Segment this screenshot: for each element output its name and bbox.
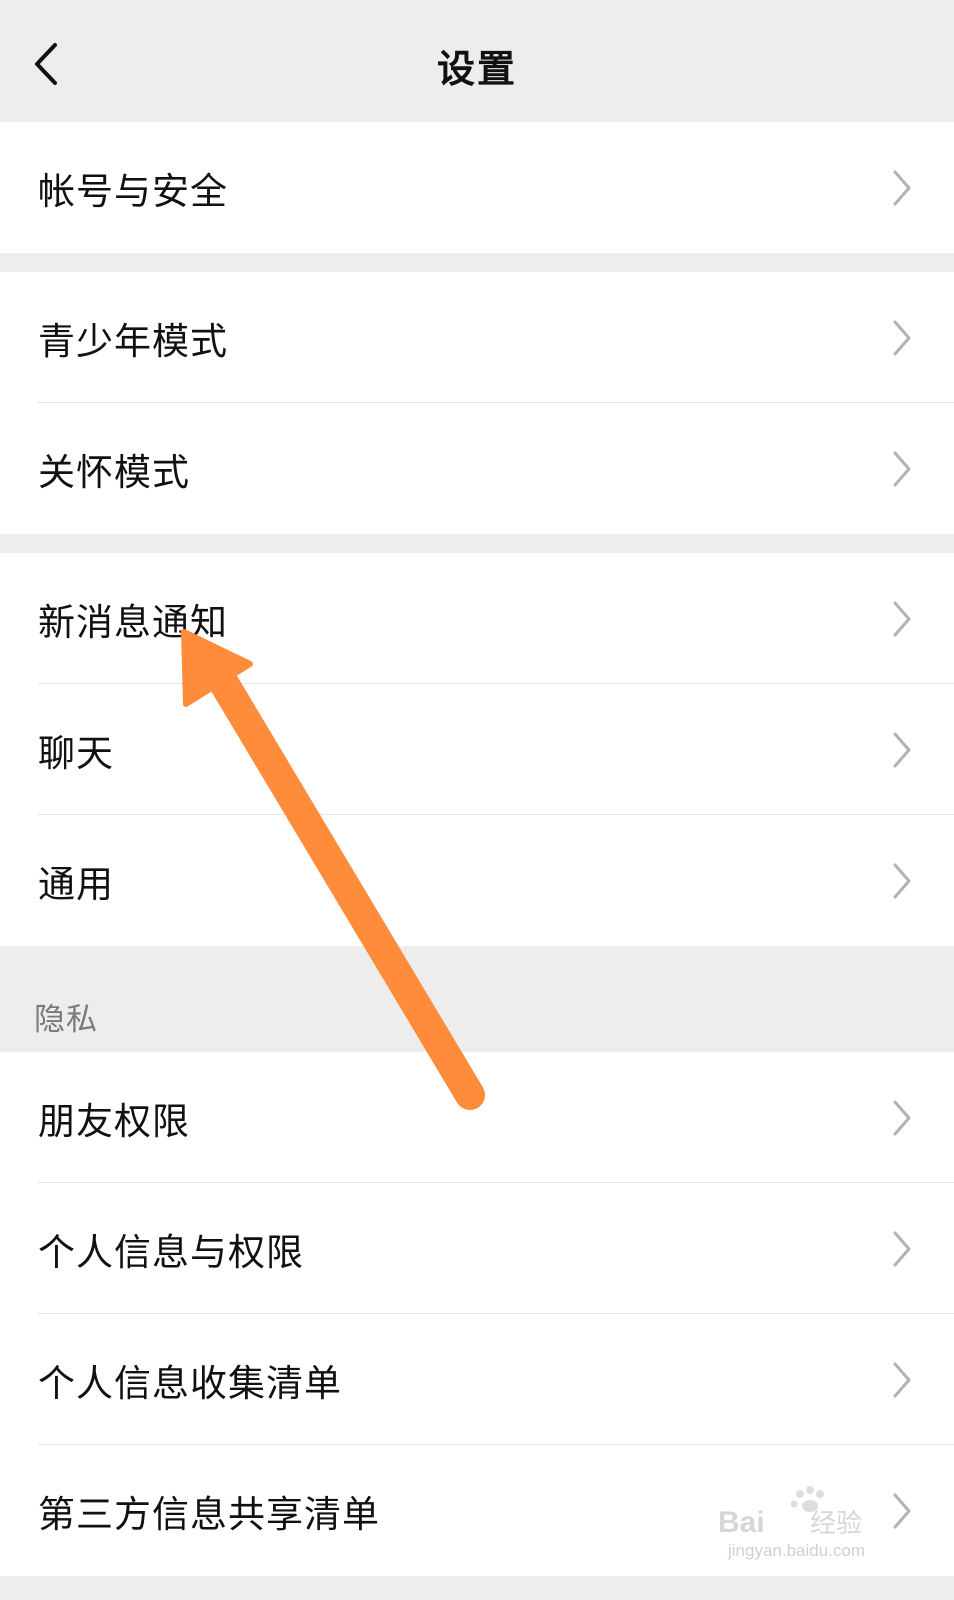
settings-item-general[interactable]: 通用: [0, 815, 954, 946]
chevron-right-icon: [893, 451, 911, 486]
chevron-right-icon: [893, 1231, 911, 1266]
settings-item-notifications[interactable]: 新消息通知: [0, 553, 954, 684]
settings-item-label: 新消息通知: [38, 600, 228, 644]
settings-item-account-security[interactable]: 帐号与安全: [0, 122, 954, 253]
settings-item-label: 青少年模式: [38, 319, 228, 363]
chevron-right-icon: [893, 601, 911, 636]
baidu-watermark: Bai 经验 jingyan.baidu.com: [714, 1484, 904, 1564]
settings-item-label: 帐号与安全: [38, 169, 228, 213]
settings-item-label: 关怀模式: [38, 450, 190, 494]
settings-item-personal-info-permissions[interactable]: 个人信息与权限: [0, 1183, 954, 1314]
chevron-right-icon: [893, 320, 911, 355]
chevron-right-icon: [893, 170, 911, 205]
page-title: 设置: [436, 46, 517, 91]
settings-item-label: 第三方信息共享清单: [38, 1492, 380, 1536]
baidu-paw-icon: Bai 经验 jingyan.baidu.com: [718, 1486, 865, 1560]
chevron-right-icon: [893, 1362, 911, 1397]
settings-group-general: 新消息通知 聊天 通用: [0, 553, 954, 946]
chevron-right-icon: [893, 732, 911, 767]
chevron-right-icon: [893, 1100, 911, 1135]
watermark-brand: Bai: [718, 1506, 765, 1539]
settings-item-label: 聊天: [38, 731, 114, 775]
section-label-privacy: 隐私: [34, 1002, 98, 1038]
settings-item-label: 朋友权限: [38, 1099, 190, 1143]
settings-group-modes: 青少年模式 关怀模式: [0, 272, 954, 534]
settings-group-account: 帐号与安全: [0, 122, 954, 253]
watermark-url: jingyan.baidu.com: [727, 1541, 865, 1560]
settings-item-label: 个人信息与权限: [38, 1230, 304, 1274]
settings-item-personal-info-collection[interactable]: 个人信息收集清单: [0, 1314, 954, 1445]
nav-bar: 设置: [0, 0, 954, 122]
settings-item-teen-mode[interactable]: 青少年模式: [0, 272, 954, 403]
settings-item-care-mode[interactable]: 关怀模式: [0, 403, 954, 534]
chevron-right-icon: [893, 863, 911, 898]
settings-item-label: 个人信息收集清单: [38, 1361, 342, 1405]
settings-item-chat[interactable]: 聊天: [0, 684, 954, 815]
settings-item-friend-permissions[interactable]: 朋友权限: [0, 1052, 954, 1183]
watermark-brand-suffix: 经验: [810, 1509, 862, 1539]
settings-item-label: 通用: [38, 862, 114, 906]
